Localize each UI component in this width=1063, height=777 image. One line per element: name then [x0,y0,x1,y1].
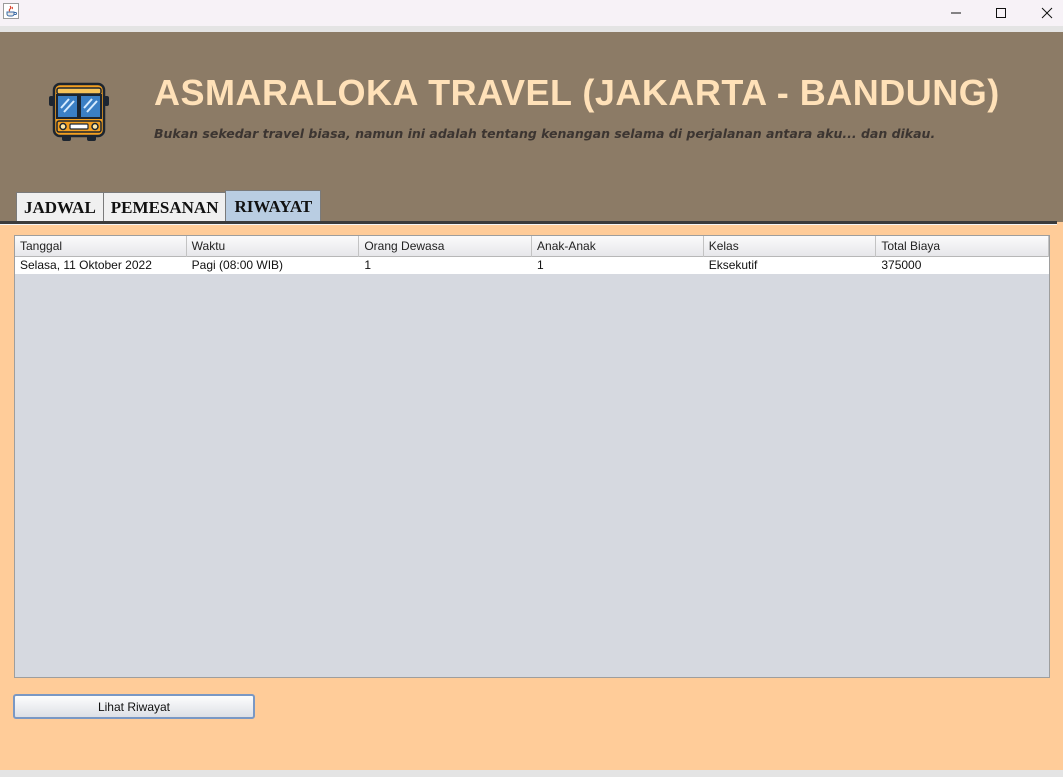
cell-orang-dewasa: 1 [364,258,372,272]
maximize-icon [996,8,1006,18]
tab-bar: JADWAL PEMESANAN RIWAYAT [16,190,322,222]
tab-divider-highlight [0,224,1057,225]
cell-waktu: Pagi (08:00 WIB) [191,258,284,272]
tab-riwayat[interactable]: RIWAYAT [225,190,322,222]
app-subtitle: Bukan sekedar travel biasa, namun ini ad… [154,126,936,141]
history-table[interactable]: Tanggal Waktu Orang Dewasa Anak-Anak Kel… [14,235,1050,678]
tab-jadwal[interactable]: JADWAL [16,192,104,222]
table-header: Tanggal Waktu Orang Dewasa Anak-Anak Kel… [15,236,1049,257]
column-header-total-biaya[interactable]: Total Biaya [876,236,1049,257]
app-title: ASMARALOKA TRAVEL (JAKARTA - BANDUNG) [154,72,1000,113]
maximize-button[interactable] [978,0,1024,26]
lihat-riwayat-button[interactable]: Lihat Riwayat [13,694,255,719]
app-header: ASMARALOKA TRAVEL (JAKARTA - BANDUNG) Bu… [0,32,1063,225]
bus-icon [48,80,110,142]
window-bottom-border [0,770,1063,777]
cell-anak-anak: 1 [537,258,544,272]
close-button[interactable] [1024,0,1063,26]
window-frame: ASMARALOKA TRAVEL (JAKARTA - BANDUNG) Bu… [0,26,1063,777]
app-content: ASMARALOKA TRAVEL (JAKARTA - BANDUNG) Bu… [0,32,1063,770]
column-header-tanggal[interactable]: Tanggal [15,236,187,257]
window-titlebar [0,0,1063,26]
java-cup-icon[interactable] [3,3,19,19]
table-row[interactable]: Selasa, 11 Oktober 2022 Pagi (08:00 WIB)… [15,257,1049,274]
tab-pemesanan[interactable]: PEMESANAN [102,192,227,222]
column-header-waktu[interactable]: Waktu [187,236,360,257]
column-header-orang-dewasa[interactable]: Orang Dewasa [359,236,533,257]
column-header-anak-anak[interactable]: Anak-Anak [532,236,704,257]
column-header-kelas[interactable]: Kelas [704,236,877,257]
cell-tanggal: Selasa, 11 Oktober 2022 [20,258,152,272]
close-icon [1041,7,1053,19]
cell-kelas: Eksekutif [708,258,758,272]
cell-total-biaya: 375000 [881,258,922,272]
minimize-button[interactable] [933,0,979,26]
minimize-icon [951,12,961,14]
